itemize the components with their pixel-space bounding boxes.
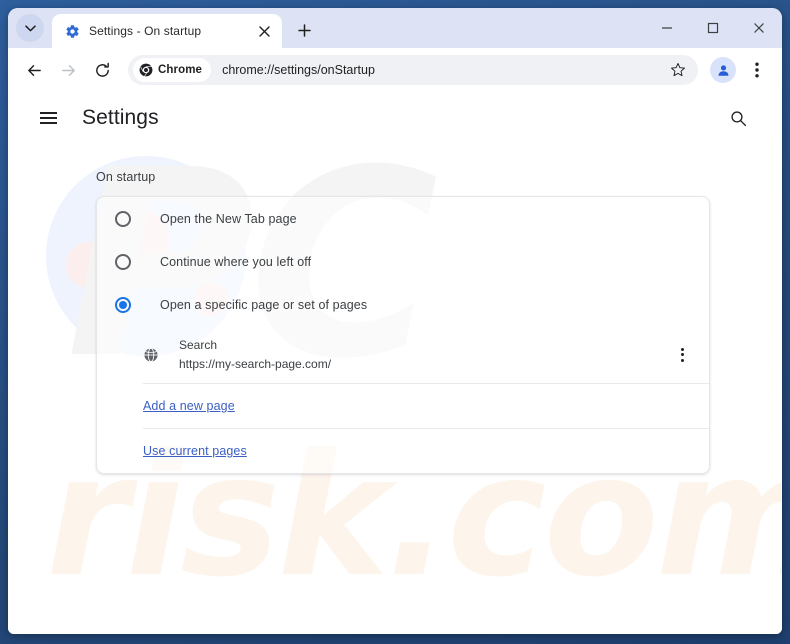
settings-header: Settings bbox=[8, 92, 782, 144]
globe-icon bbox=[143, 347, 159, 363]
radio-label: Open a specific page or set of pages bbox=[160, 297, 368, 312]
add-new-page-row[interactable]: Add a new page bbox=[97, 384, 709, 428]
startup-settings-card: Open the New Tab page Continue where you… bbox=[96, 196, 710, 475]
maximize-button[interactable] bbox=[690, 8, 736, 48]
hamburger-icon[interactable] bbox=[30, 100, 66, 136]
close-icon bbox=[754, 23, 764, 33]
minimize-icon bbox=[662, 27, 672, 29]
radio-option-specific-page[interactable]: Open a specific page or set of pages bbox=[97, 283, 709, 326]
radio-button[interactable] bbox=[115, 253, 131, 270]
tab-title: Settings - On startup bbox=[89, 24, 202, 38]
add-a-new-page-link[interactable]: Add a new page bbox=[143, 399, 235, 413]
kebab-menu-icon bbox=[755, 62, 759, 78]
chrome-origin-chip: Chrome bbox=[133, 58, 212, 82]
gear-icon bbox=[64, 23, 80, 39]
close-icon[interactable] bbox=[254, 21, 274, 41]
use-current-pages-row[interactable]: Use current pages bbox=[97, 429, 709, 473]
startup-page-name: Search bbox=[179, 338, 218, 352]
maximize-icon bbox=[707, 22, 719, 34]
chrome-chip-label: Chrome bbox=[158, 64, 203, 76]
minimize-button[interactable] bbox=[644, 8, 690, 48]
startup-page-url: https://my-search-page.com/ bbox=[179, 356, 332, 371]
tab-strip: Settings - On startup bbox=[8, 8, 782, 48]
on-startup-section: On startup Open the New Tab page Continu… bbox=[8, 170, 782, 475]
radio-option-continue[interactable]: Continue where you left off bbox=[97, 240, 709, 283]
reload-button[interactable] bbox=[86, 54, 118, 86]
browser-toolbar: Chrome chrome://settings/onStartup bbox=[8, 48, 782, 92]
radio-label: Continue where you left off bbox=[160, 254, 312, 269]
arrow-left-icon bbox=[27, 64, 41, 76]
bookmark-star-icon[interactable] bbox=[664, 56, 692, 84]
hamburger-bars bbox=[39, 109, 57, 127]
forward-button[interactable] bbox=[52, 54, 84, 86]
radio-button-selected[interactable] bbox=[115, 296, 131, 313]
startup-page-row: Search https://my-search-page.com/ bbox=[97, 326, 709, 383]
section-title: On startup bbox=[96, 170, 156, 184]
browser-menu-button[interactable] bbox=[742, 55, 772, 85]
close-window-button[interactable] bbox=[736, 8, 782, 48]
window-controls bbox=[644, 8, 782, 48]
browser-window-frame: Settings - On startup Chrome chrome://se… bbox=[0, 0, 790, 644]
chevron-down-icon bbox=[24, 24, 36, 31]
chrome-logo-icon bbox=[139, 63, 153, 77]
reload-icon bbox=[95, 62, 109, 77]
startup-page-info: Search https://my-search-page.com/ bbox=[179, 336, 669, 373]
profile-avatar[interactable] bbox=[710, 57, 736, 83]
new-tab-button[interactable] bbox=[290, 16, 318, 44]
page-title: Settings bbox=[82, 106, 159, 129]
plus-icon bbox=[297, 23, 311, 37]
page-content: PC risk.com Settings On sta bbox=[8, 92, 782, 634]
back-button[interactable] bbox=[18, 54, 50, 86]
startup-page-menu-button[interactable] bbox=[669, 342, 695, 368]
radio-label: Open the New Tab page bbox=[160, 211, 297, 226]
use-current-pages-link[interactable]: Use current pages bbox=[143, 444, 247, 458]
browser-tab[interactable]: Settings - On startup bbox=[52, 14, 282, 48]
address-bar[interactable]: Chrome chrome://settings/onStartup bbox=[128, 55, 698, 85]
radio-button[interactable] bbox=[115, 210, 131, 227]
person-icon bbox=[718, 64, 728, 76]
tab-search-button[interactable] bbox=[16, 14, 44, 42]
browser-window: Settings - On startup Chrome chrome://se… bbox=[8, 8, 782, 634]
search-icon[interactable] bbox=[720, 100, 756, 136]
url-text: chrome://settings/onStartup bbox=[222, 63, 375, 77]
radio-option-new-tab[interactable]: Open the New Tab page bbox=[97, 197, 709, 240]
arrow-right-icon bbox=[61, 64, 75, 76]
